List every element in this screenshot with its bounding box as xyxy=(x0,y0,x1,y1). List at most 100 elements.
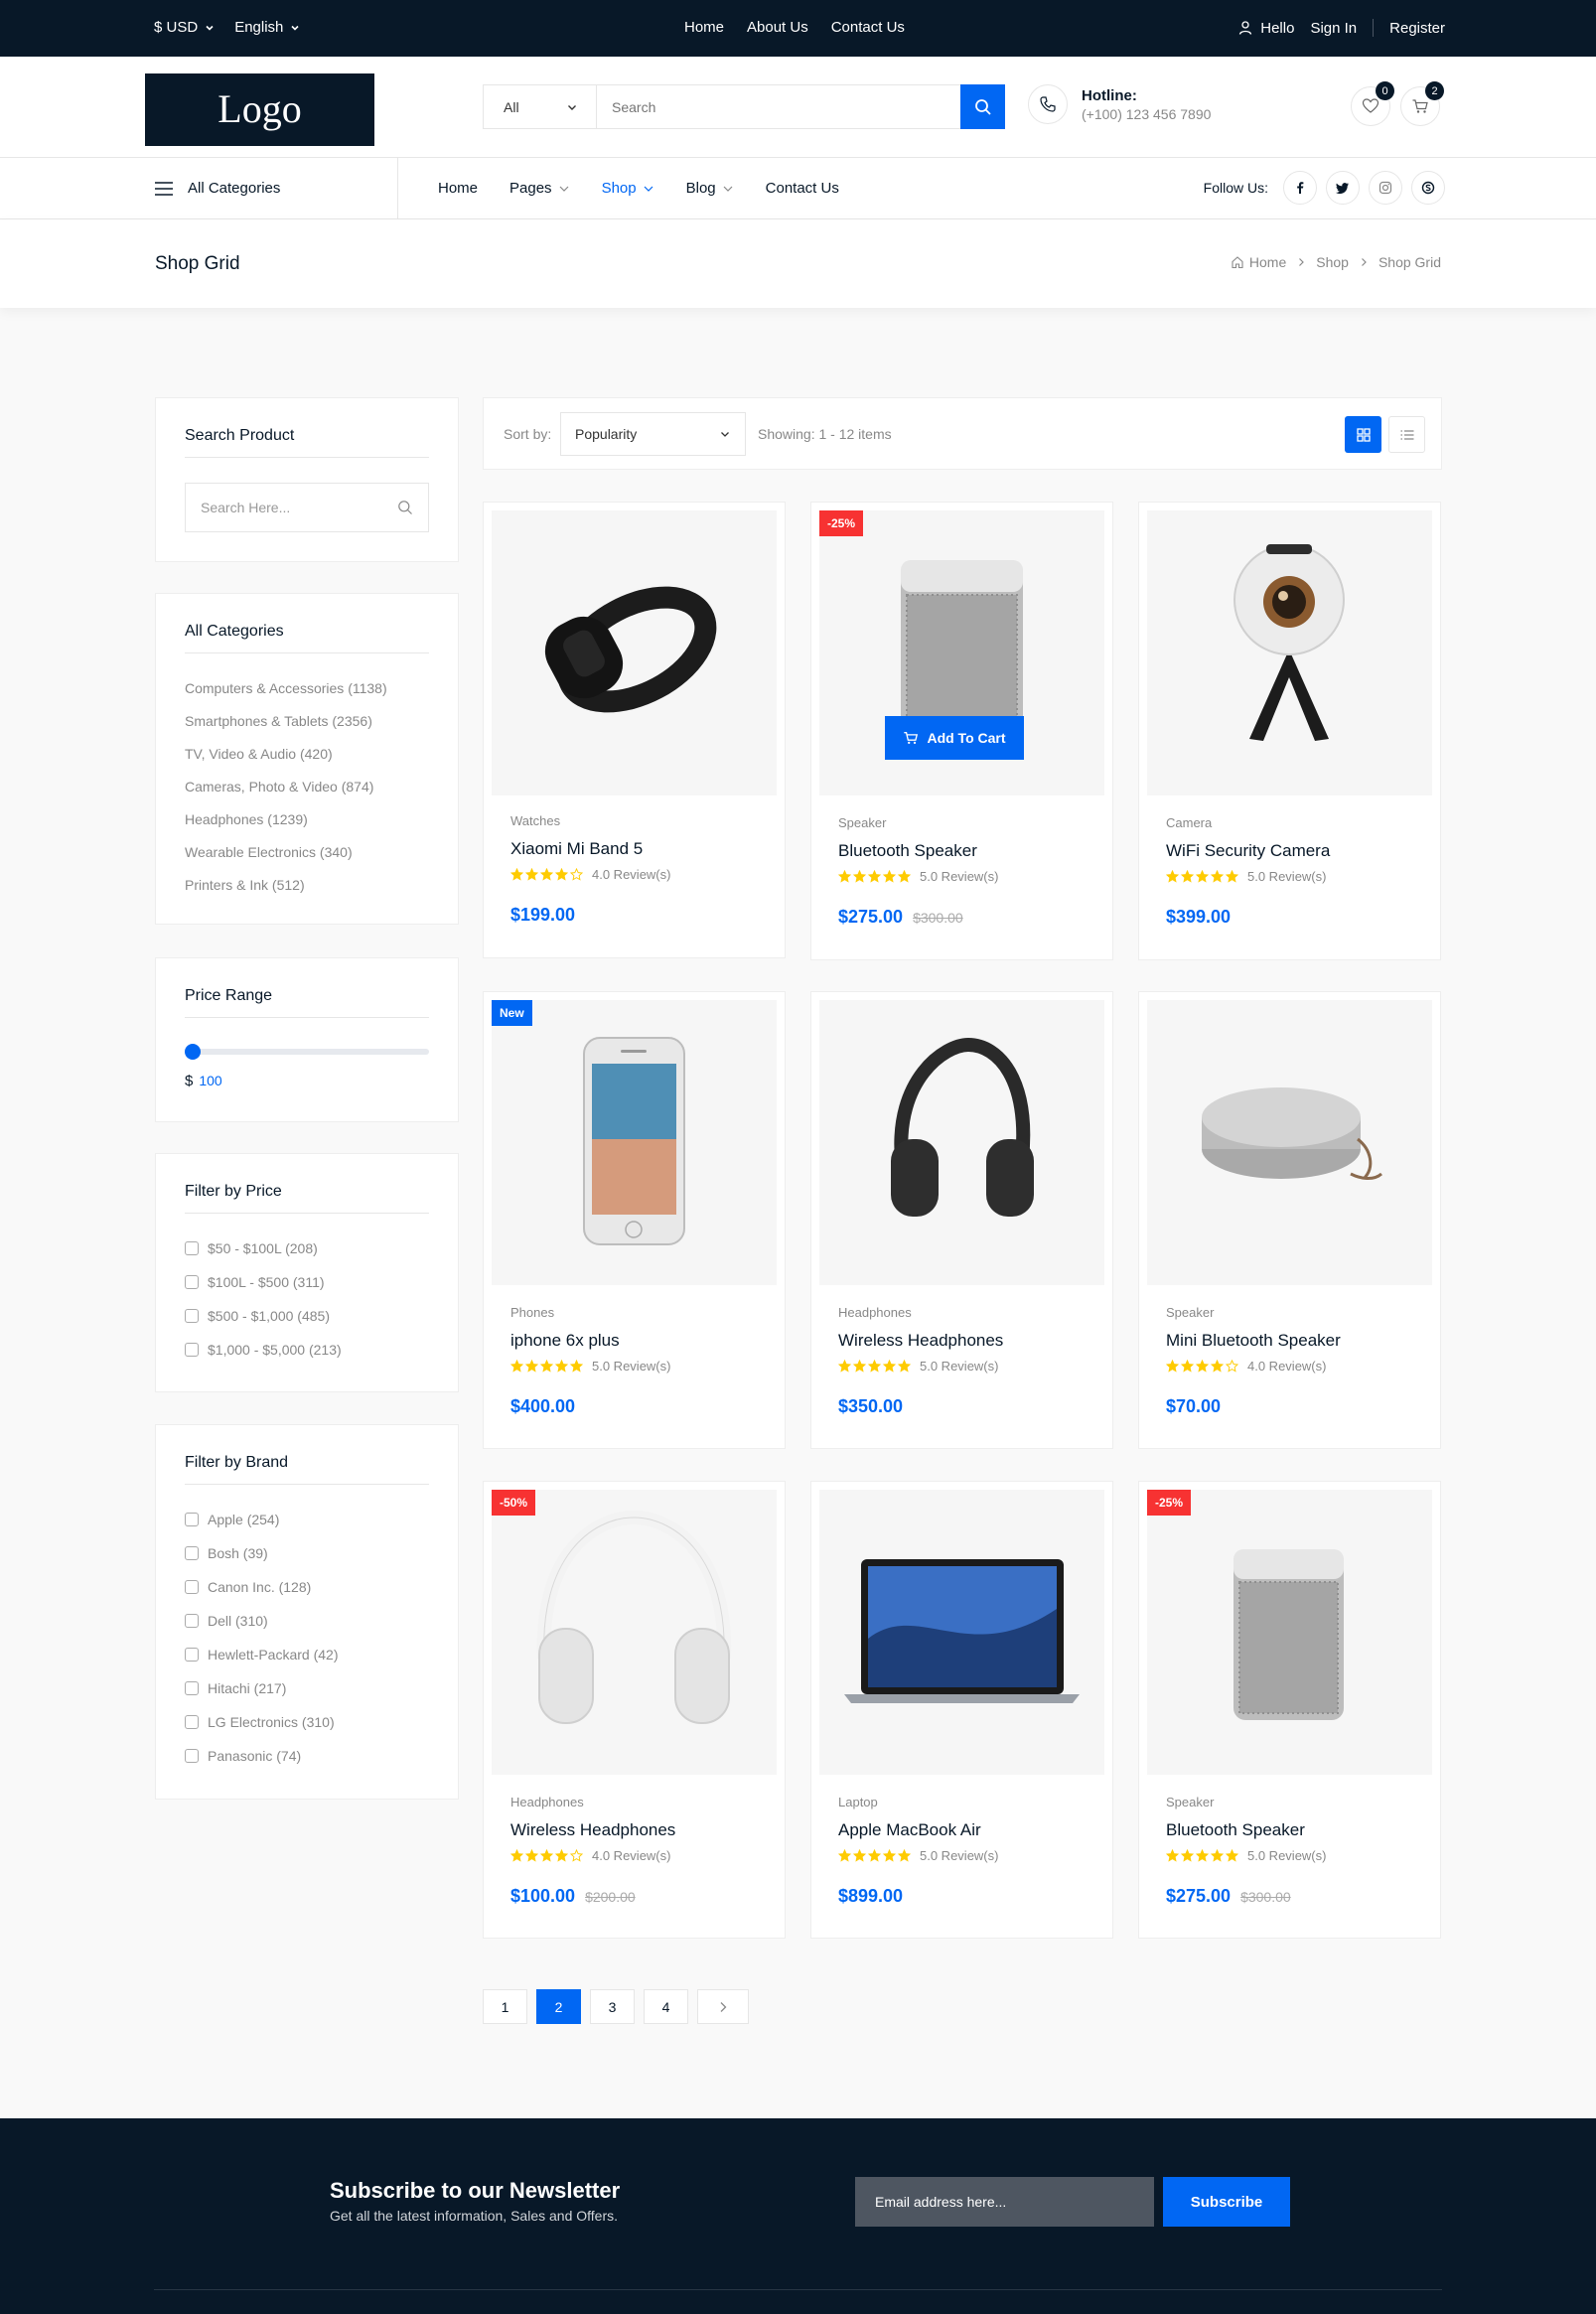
category-item[interactable]: Headphones (1239) xyxy=(185,811,387,828)
checkbox[interactable] xyxy=(185,1614,199,1628)
grid-view-button[interactable] xyxy=(1345,416,1381,453)
wishlist-button[interactable]: 0 xyxy=(1351,81,1394,126)
page-2-button[interactable]: 2 xyxy=(536,1989,581,2024)
menu-contact[interactable]: Contact Us xyxy=(766,180,839,197)
price-range-track[interactable] xyxy=(185,1049,429,1055)
price-filter-option[interactable]: $500 - $1,000 (485) xyxy=(185,1307,342,1325)
top-link-contact[interactable]: Contact Us xyxy=(831,19,905,36)
checkbox[interactable] xyxy=(185,1681,199,1695)
search-category-select[interactable]: All xyxy=(484,85,597,128)
product-name[interactable]: Bluetooth Speaker xyxy=(1166,1820,1305,1840)
checkbox[interactable] xyxy=(185,1343,199,1357)
product-image[interactable] xyxy=(819,1000,1104,1285)
category-list: Computers & Accessories (1138) Smartphon… xyxy=(185,680,387,910)
checkbox[interactable] xyxy=(185,1580,199,1594)
product-image[interactable] xyxy=(1147,510,1432,795)
product-card[interactable]: -25% Speaker Bluetooth Speaker 5.0 Revie… xyxy=(1138,1481,1441,1939)
cart-button[interactable]: 2 xyxy=(1400,81,1444,126)
product-card[interactable]: Watches Xiaomi Mi Band 5 4.0 Review(s) $… xyxy=(483,502,786,958)
checkbox[interactable] xyxy=(185,1715,199,1729)
newsletter-email-input[interactable]: Email address here... xyxy=(855,2177,1154,2227)
product-name[interactable]: Bluetooth Speaker xyxy=(838,841,977,861)
product-card[interactable]: Headphones Wireless Headphones 5.0 Revie… xyxy=(810,991,1113,1449)
category-item[interactable]: Printers & Ink (512) xyxy=(185,877,387,894)
page-4-button[interactable]: 4 xyxy=(644,1989,688,2024)
language-select[interactable]: English xyxy=(234,19,300,36)
product-category: Camera xyxy=(1166,815,1213,830)
product-image[interactable] xyxy=(1147,1000,1432,1285)
checkbox[interactable] xyxy=(185,1546,199,1560)
category-item[interactable]: TV, Video & Audio (420) xyxy=(185,746,387,763)
currency-select[interactable]: $ USD xyxy=(154,19,215,36)
product-name[interactable]: Wireless Headphones xyxy=(510,1820,675,1840)
menu-blog[interactable]: Blog xyxy=(686,180,734,197)
logo[interactable]: Logo xyxy=(145,73,374,146)
price-range-handle[interactable] xyxy=(185,1044,201,1060)
list-view-button[interactable] xyxy=(1388,416,1425,453)
top-link-about[interactable]: About Us xyxy=(747,19,808,36)
brand-filter-option[interactable]: LG Electronics (310) xyxy=(185,1713,339,1731)
category-item[interactable]: Smartphones & Tablets (2356) xyxy=(185,713,387,730)
checkbox[interactable] xyxy=(185,1749,199,1763)
product-card[interactable]: New Phones iphone 6x plus 5.0 Review(s) … xyxy=(483,991,786,1449)
checkbox[interactable] xyxy=(185,1648,199,1662)
next-page-button[interactable] xyxy=(697,1989,749,2024)
breadcrumb-home[interactable]: Home xyxy=(1231,254,1286,270)
menu-home[interactable]: Home xyxy=(438,180,478,197)
product-card[interactable]: Speaker Mini Bluetooth Speaker 4.0 Revie… xyxy=(1138,991,1441,1449)
instagram-button[interactable] xyxy=(1369,171,1402,205)
product-image[interactable] xyxy=(1147,1490,1432,1775)
product-name[interactable]: Wireless Headphones xyxy=(838,1331,1003,1351)
brand-filter-option[interactable]: Canon Inc. (128) xyxy=(185,1578,339,1596)
product-name[interactable]: Xiaomi Mi Band 5 xyxy=(510,839,643,859)
product-card[interactable]: -50% Headphones Wireless Headphones 4.0 … xyxy=(483,1481,786,1939)
category-item[interactable]: Computers & Accessories (1138) xyxy=(185,680,387,697)
skype-button[interactable] xyxy=(1411,171,1445,205)
product-card[interactable]: Laptop Apple MacBook Air 5.0 Review(s) $… xyxy=(810,1481,1113,1939)
brand-filter-option[interactable]: Bosh (39) xyxy=(185,1544,339,1562)
product-card[interactable]: Camera WiFi Security Camera 5.0 Review(s… xyxy=(1138,502,1441,960)
product-image[interactable] xyxy=(492,510,777,795)
menu-shop[interactable]: Shop xyxy=(602,180,654,197)
sort-select[interactable]: Popularity xyxy=(560,412,746,456)
facebook-button[interactable] xyxy=(1283,171,1317,205)
page-1-button[interactable]: 1 xyxy=(483,1989,527,2024)
product-image[interactable] xyxy=(492,1490,777,1775)
search-button[interactable] xyxy=(960,84,1005,129)
all-categories-button[interactable]: All Categories xyxy=(154,158,280,218)
page-3-button[interactable]: 3 xyxy=(590,1989,635,2024)
price-filter-option[interactable]: $100L - $500 (311) xyxy=(185,1273,342,1291)
menu-label: Contact Us xyxy=(765,180,839,197)
price-filter-option[interactable]: $1,000 - $5,000 (213) xyxy=(185,1341,342,1359)
product-image[interactable] xyxy=(819,1490,1104,1775)
subscribe-button[interactable]: Subscribe xyxy=(1163,2177,1290,2227)
product-card[interactable]: -25% Add To Cart Speaker Bluetooth Speak… xyxy=(810,502,1113,960)
product-name[interactable]: Mini Bluetooth Speaker xyxy=(1166,1331,1341,1351)
add-to-cart-button[interactable]: Add To Cart xyxy=(885,716,1024,760)
register-link[interactable]: Register xyxy=(1389,20,1445,37)
brand-filter-option[interactable]: Panasonic (74) xyxy=(185,1747,339,1765)
search-icon[interactable] xyxy=(397,500,413,515)
brand-filter-option[interactable]: Hitachi (217) xyxy=(185,1679,339,1697)
checkbox[interactable] xyxy=(185,1513,199,1526)
product-image[interactable] xyxy=(492,1000,777,1285)
sidebar-search-input[interactable]: Search Here... xyxy=(185,483,429,532)
twitter-button[interactable] xyxy=(1326,171,1360,205)
brand-filter-option[interactable]: Apple (254) xyxy=(185,1511,339,1528)
checkbox[interactable] xyxy=(185,1309,199,1323)
checkbox[interactable] xyxy=(185,1275,199,1289)
product-name[interactable]: Apple MacBook Air xyxy=(838,1820,981,1840)
breadcrumb-shop[interactable]: Shop xyxy=(1316,254,1349,270)
product-name[interactable]: WiFi Security Camera xyxy=(1166,841,1330,861)
search-input[interactable] xyxy=(597,85,960,128)
top-link-home[interactable]: Home xyxy=(684,19,724,36)
brand-filter-option[interactable]: Dell (310) xyxy=(185,1612,339,1630)
brand-filter-option[interactable]: Hewlett-Packard (42) xyxy=(185,1646,339,1663)
category-item[interactable]: Cameras, Photo & Video (874) xyxy=(185,779,387,795)
category-item[interactable]: Wearable Electronics (340) xyxy=(185,844,387,861)
menu-pages[interactable]: Pages xyxy=(509,180,570,197)
price-filter-option[interactable]: $50 - $100L (208) xyxy=(185,1239,342,1257)
sign-in-link[interactable]: Sign In xyxy=(1310,20,1357,37)
product-name[interactable]: iphone 6x plus xyxy=(510,1331,620,1351)
checkbox[interactable] xyxy=(185,1241,199,1255)
